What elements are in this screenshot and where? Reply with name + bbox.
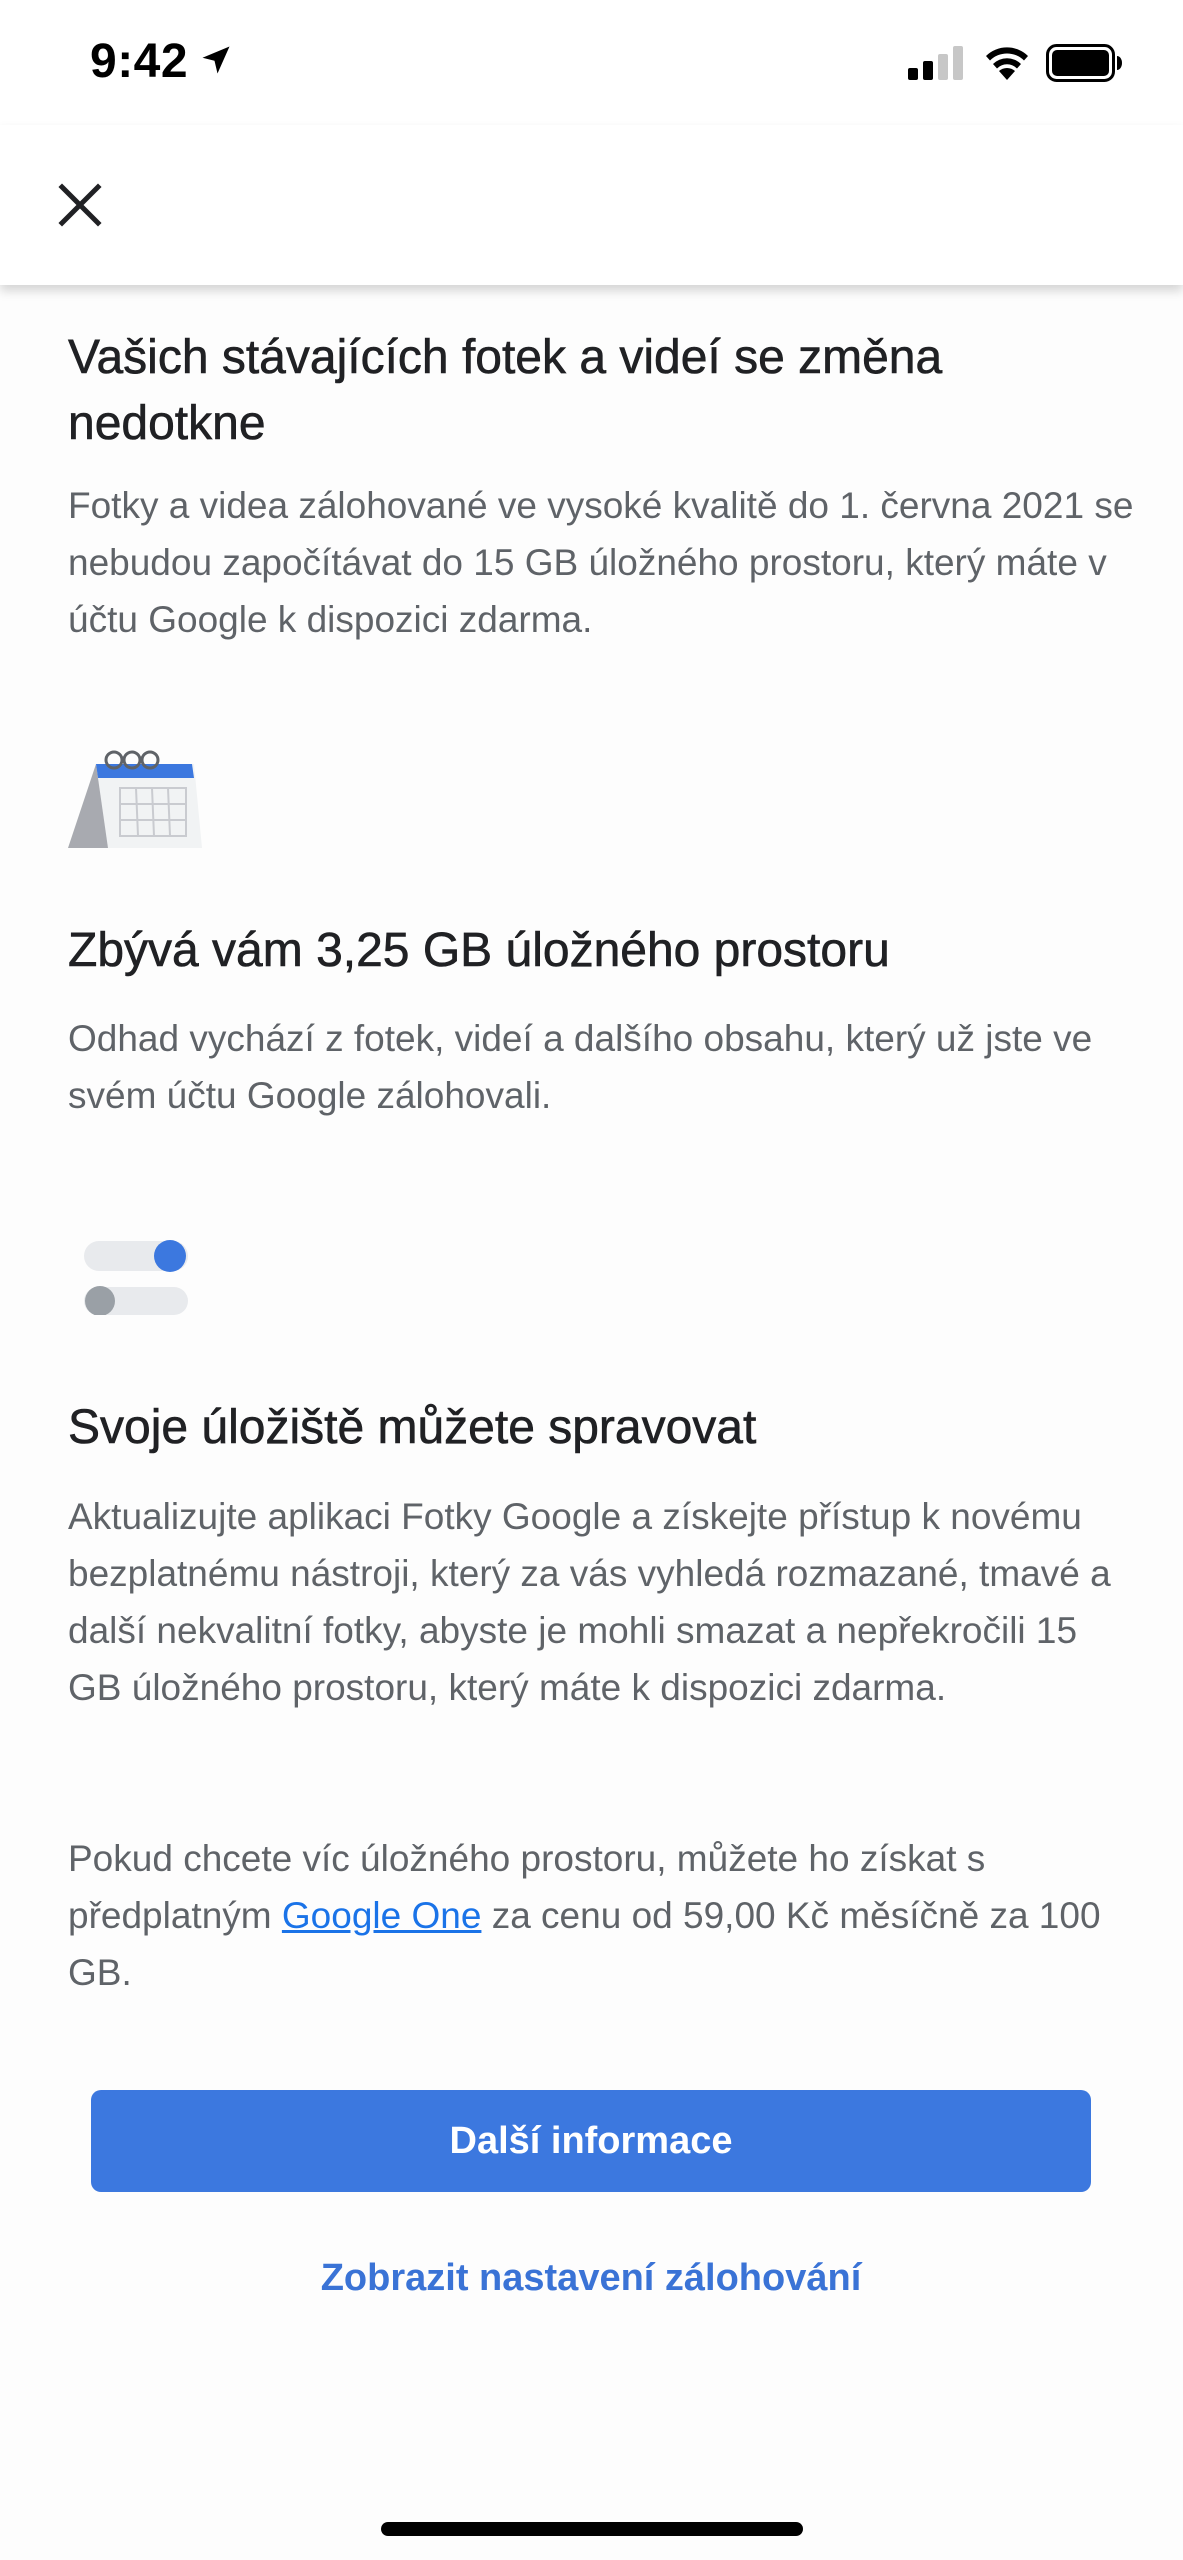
main-content: Vašich stávajících fotek a videí se změn… bbox=[0, 285, 1183, 2560]
section-title-existing-photos: Vašich stávajících fotek a videí se změn… bbox=[68, 331, 943, 451]
section-body-existing-photos: Fotky a videa zálohované ve vysoké kvali… bbox=[68, 485, 1134, 640]
section-title-manage-storage: Svoje úložiště můžete spravovat bbox=[68, 1401, 757, 1455]
battery-icon bbox=[1046, 44, 1122, 82]
status-time: 9:42 bbox=[90, 35, 189, 88]
more-info-button[interactable]: Další informace bbox=[91, 2090, 1091, 2192]
close-button[interactable] bbox=[40, 165, 120, 245]
section-body-manage-storage: Aktualizujte aplikaci Fotky Google a zís… bbox=[68, 1496, 1111, 1708]
close-icon bbox=[58, 183, 102, 227]
upsell-paragraph: Pokud chcete víc úložného prostoru, může… bbox=[68, 1830, 1138, 2001]
location-arrow-icon bbox=[202, 46, 230, 74]
calendar-icon bbox=[68, 750, 202, 848]
wifi-icon bbox=[986, 47, 1028, 80]
home-indicator[interactable] bbox=[381, 2522, 803, 2536]
google-one-link[interactable]: Google One bbox=[282, 1895, 482, 1936]
app-header bbox=[0, 125, 1183, 285]
backup-settings-button[interactable]: Zobrazit nastavení zálohování bbox=[91, 2243, 1091, 2313]
section-title-storage-left: Zbývá vám 3,25 GB úložného prostoru bbox=[68, 924, 890, 978]
toggles-icon bbox=[84, 1240, 188, 1315]
cellular-signal-icon bbox=[908, 46, 963, 80]
status-bar: 9:42 bbox=[0, 0, 1183, 125]
section-body-storage-left: Odhad vychází z fotek, videí a dalšího o… bbox=[68, 1018, 1093, 1116]
